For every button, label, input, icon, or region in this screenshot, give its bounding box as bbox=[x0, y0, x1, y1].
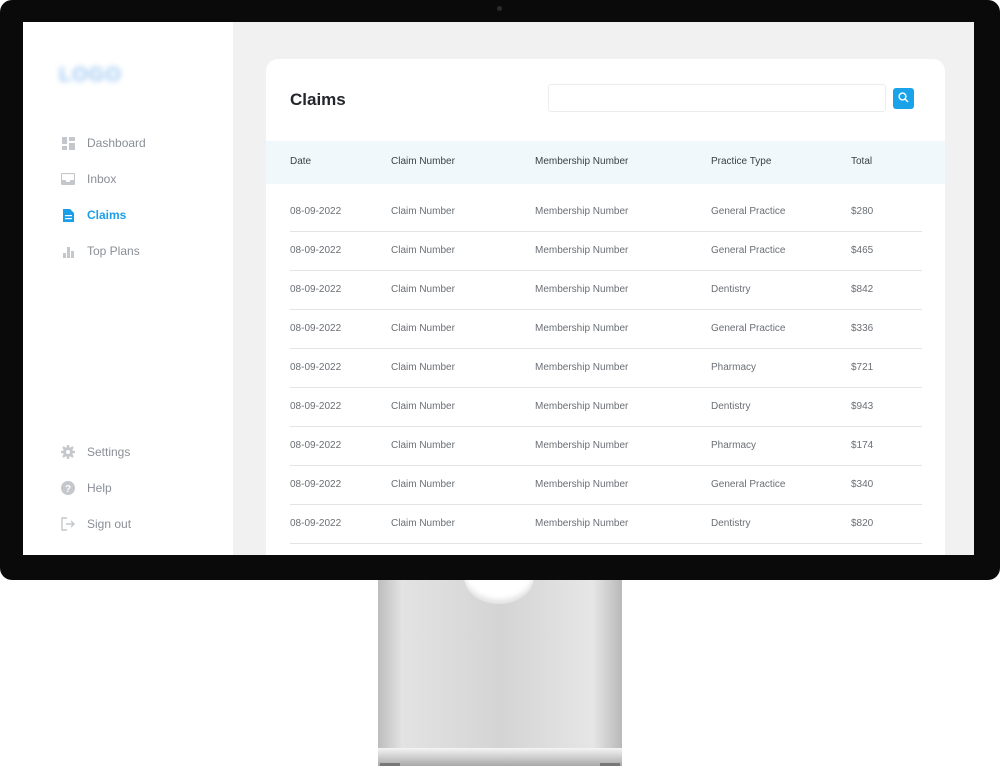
bar-chart-icon bbox=[61, 244, 75, 258]
cell-membership-number: Membership Number bbox=[535, 518, 629, 529]
cell-practice-type: Pharmacy bbox=[711, 362, 757, 373]
cell-date: 08-09-2022 bbox=[290, 479, 342, 490]
table-row[interactable]: 08-09-2022 Claim Number Membership Numbe… bbox=[290, 504, 922, 544]
column-header-practice-type[interactable]: Practice Type bbox=[711, 156, 771, 167]
cell-total: $280 bbox=[851, 206, 874, 217]
cell-practice-type: General Practice bbox=[711, 323, 786, 334]
column-header-total[interactable]: Total bbox=[851, 156, 872, 167]
cell-membership-number: Membership Number bbox=[535, 206, 629, 217]
table-row[interactable]: 08-09-2022 Claim Number Membership Numbe… bbox=[290, 231, 922, 271]
sidebar-item-label: Dashboard bbox=[87, 136, 146, 150]
cell-claim-number: Claim Number bbox=[391, 362, 455, 373]
column-header-membership-number[interactable]: Membership Number bbox=[535, 156, 628, 167]
column-header-date[interactable]: Date bbox=[290, 156, 311, 167]
cell-date: 08-09-2022 bbox=[290, 206, 342, 217]
table-row[interactable]: 08-09-2022 Claim Number Membership Numbe… bbox=[290, 426, 922, 466]
svg-text:?: ? bbox=[65, 484, 71, 495]
cell-claim-number: Claim Number bbox=[391, 479, 455, 490]
camera-dot bbox=[497, 6, 502, 11]
cell-claim-number: Claim Number bbox=[391, 323, 455, 334]
cell-membership-number: Membership Number bbox=[535, 440, 629, 451]
table-row[interactable]: 08-09-2022 Claim Number Membership Numbe… bbox=[290, 270, 922, 310]
cell-date: 08-09-2022 bbox=[290, 518, 342, 529]
claims-card: Claims Date Claim Number Membership Numb… bbox=[266, 59, 945, 555]
table-header: Date Claim Number Membership Number Prac… bbox=[266, 141, 945, 184]
search-input[interactable] bbox=[548, 84, 886, 112]
table-row[interactable]: 08-09-2022 Claim Number Membership Numbe… bbox=[290, 387, 922, 427]
cell-membership-number: Membership Number bbox=[535, 245, 629, 256]
cell-practice-type: Dentistry bbox=[711, 518, 751, 529]
logo: LOGO bbox=[59, 64, 122, 86]
cell-date: 08-09-2022 bbox=[290, 323, 342, 334]
sidebar: LOGO Dashboard Inbox Claims Top Plans Se… bbox=[23, 22, 233, 555]
stand-cutout bbox=[464, 580, 534, 604]
cell-claim-number: Claim Number bbox=[391, 401, 455, 412]
sidebar-item-dashboard[interactable]: Dashboard bbox=[61, 133, 146, 153]
cell-date: 08-09-2022 bbox=[290, 284, 342, 295]
cell-date: 08-09-2022 bbox=[290, 440, 342, 451]
cell-practice-type: General Practice bbox=[711, 206, 786, 217]
sidebar-item-label: Help bbox=[87, 481, 112, 495]
sidebar-item-label: Top Plans bbox=[87, 244, 140, 258]
cell-practice-type: Dentistry bbox=[711, 284, 751, 295]
cell-date: 08-09-2022 bbox=[290, 362, 342, 373]
cell-total: $943 bbox=[851, 401, 874, 412]
cell-practice-type: General Practice bbox=[711, 245, 786, 256]
monitor-bezel: LOGO Dashboard Inbox Claims Top Plans Se… bbox=[0, 0, 1000, 580]
cell-claim-number: Claim Number bbox=[391, 518, 455, 529]
help-icon: ? bbox=[61, 481, 75, 495]
cell-total: $336 bbox=[851, 323, 874, 334]
inbox-icon bbox=[61, 172, 75, 186]
cell-practice-type: Dentistry bbox=[711, 401, 751, 412]
cell-total: $465 bbox=[851, 245, 874, 256]
cell-membership-number: Membership Number bbox=[535, 284, 629, 295]
sidebar-item-top-plans[interactable]: Top Plans bbox=[61, 241, 140, 261]
cell-membership-number: Membership Number bbox=[535, 401, 629, 412]
cell-membership-number: Membership Number bbox=[535, 479, 629, 490]
sidebar-item-label: Sign out bbox=[87, 517, 132, 531]
stand-base bbox=[378, 748, 622, 766]
cell-total: $174 bbox=[851, 440, 874, 451]
cell-total: $842 bbox=[851, 284, 874, 295]
cell-total: $340 bbox=[851, 479, 874, 490]
sidebar-item-label: Inbox bbox=[87, 172, 117, 186]
table-row[interactable]: 08-09-2022 Claim Number Membership Numbe… bbox=[290, 348, 922, 388]
sidebar-item-settings[interactable]: Settings bbox=[61, 442, 130, 462]
cell-practice-type: Pharmacy bbox=[711, 440, 757, 451]
cell-date: 08-09-2022 bbox=[290, 245, 342, 256]
sidebar-item-sign-out[interactable]: Sign out bbox=[61, 514, 131, 534]
cell-practice-type: General Practice bbox=[711, 479, 786, 490]
cell-claim-number: Claim Number bbox=[391, 440, 455, 451]
cell-membership-number: Membership Number bbox=[535, 362, 629, 373]
search-icon bbox=[898, 90, 909, 108]
sidebar-item-inbox[interactable]: Inbox bbox=[61, 169, 116, 189]
cell-claim-number: Claim Number bbox=[391, 284, 455, 295]
sidebar-item-claims[interactable]: Claims bbox=[61, 205, 126, 225]
cell-total: $820 bbox=[851, 518, 874, 529]
page-title: Claims bbox=[290, 90, 346, 109]
column-header-claim-number[interactable]: Claim Number bbox=[391, 156, 455, 167]
sidebar-item-label: Settings bbox=[87, 445, 131, 459]
stand-foot bbox=[600, 763, 620, 766]
sidebar-item-label: Claims bbox=[87, 208, 127, 222]
cell-claim-number: Claim Number bbox=[391, 206, 455, 217]
screen: LOGO Dashboard Inbox Claims Top Plans Se… bbox=[23, 22, 974, 555]
cell-date: 08-09-2022 bbox=[290, 401, 342, 412]
gear-icon bbox=[61, 445, 75, 459]
document-icon bbox=[61, 208, 75, 222]
table-row[interactable]: 08-09-2022 Claim Number Membership Numbe… bbox=[290, 465, 922, 505]
cell-total: $721 bbox=[851, 362, 874, 373]
sidebar-item-help[interactable]: ? Help bbox=[61, 478, 112, 498]
search-button[interactable] bbox=[893, 88, 914, 109]
sign-out-icon bbox=[61, 517, 75, 531]
monitor-stand bbox=[378, 580, 622, 766]
cell-claim-number: Claim Number bbox=[391, 245, 455, 256]
stand-foot bbox=[380, 763, 400, 766]
table-row[interactable]: 08-09-2022 Claim Number Membership Numbe… bbox=[290, 309, 922, 349]
dashboard-icon bbox=[61, 136, 75, 150]
table-row[interactable]: 08-09-2022 Claim Number Membership Numbe… bbox=[290, 192, 922, 232]
cell-membership-number: Membership Number bbox=[535, 323, 629, 334]
